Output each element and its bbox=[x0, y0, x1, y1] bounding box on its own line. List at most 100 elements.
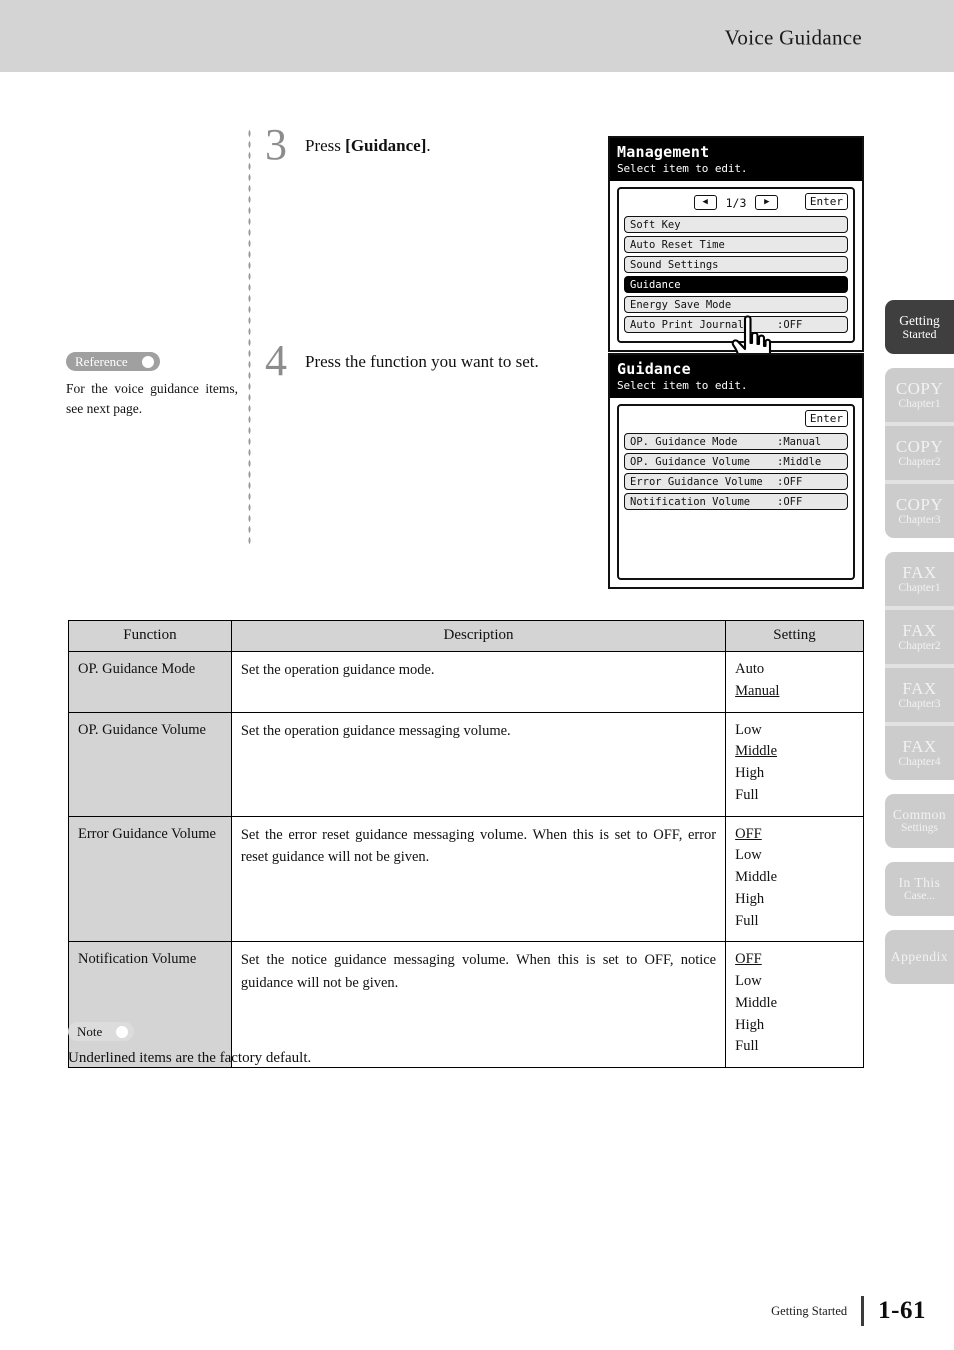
step-4-number: 4 bbox=[265, 336, 287, 385]
lcd-management-body: ◀ 1/3 ▶ Enter Soft Key Auto Reset Time Sou… bbox=[610, 181, 862, 375]
tab-in-this-case[interactable]: In This Case... bbox=[885, 862, 954, 916]
tab-main-label: FAX bbox=[902, 737, 937, 757]
tab-group: FAX Chapter1 FAX Chapter2 FAX Chapter3 FAX Chap… bbox=[885, 552, 954, 780]
tab-sub-label: Chapter4 bbox=[898, 756, 941, 769]
lcd-guidance-header: Guidance Select item to edit. bbox=[610, 355, 862, 398]
enter-button[interactable]: Enter bbox=[804, 193, 848, 210]
setting-option: Middle bbox=[735, 994, 778, 1011]
cell-description: Set the operation guidance messaging vol… bbox=[230, 711, 727, 817]
setting-option: Full bbox=[735, 786, 759, 803]
lcd-row-label: Auto Reset Time bbox=[630, 238, 725, 251]
tab-getting-started[interactable]: Getting Started bbox=[885, 300, 954, 354]
page-title: Voice Guidance bbox=[724, 25, 862, 50]
lcd-row[interactable]: Sound Settings bbox=[624, 256, 848, 273]
table-header-row: Function Description Setting bbox=[68, 620, 864, 652]
tab-fax-chapter1[interactable]: FAX Chapter1 bbox=[885, 552, 954, 606]
tab-fax-chapter3[interactable]: FAX Chapter3 bbox=[885, 668, 954, 722]
reference-badge-label: Reference bbox=[75, 353, 128, 369]
setting-option: Low bbox=[735, 973, 762, 989]
table-header-setting: Setting bbox=[725, 620, 864, 652]
cell-setting: OFF Low Middle High Full bbox=[725, 941, 864, 1068]
cell-function: OP. Guidance Mode bbox=[68, 651, 232, 713]
cell-description: Set the operation guidance mode. bbox=[230, 651, 727, 713]
lcd-row-label: Notification Volume bbox=[630, 495, 751, 508]
tab-sub-label: Chapter3 bbox=[898, 514, 941, 527]
setting-option: Full bbox=[735, 1038, 759, 1055]
lcd-row-label: Soft Key bbox=[630, 218, 681, 231]
tab-group: In This Case... bbox=[885, 862, 954, 916]
lcd-row-value: :Middle bbox=[777, 455, 822, 468]
lcd-management-inner: ◀ 1/3 ▶ Enter Soft Key Auto Reset Time Sou… bbox=[617, 187, 855, 343]
tab-copy-chapter3[interactable]: COPY Chapter3 bbox=[885, 484, 954, 538]
prev-page-icon[interactable]: ◀ bbox=[693, 195, 717, 210]
next-page-icon[interactable]: ▶ bbox=[755, 195, 779, 210]
tab-group: Getting Started bbox=[885, 300, 954, 354]
tab-main-label: FAX bbox=[902, 563, 937, 583]
tab-sub-label: Chapter1 bbox=[898, 582, 941, 595]
lcd-guidance-body: Enter OP. Guidance Mode:Manual OP. Guidan… bbox=[610, 398, 862, 587]
lcd-row[interactable]: Auto Print Journal:OFF bbox=[624, 316, 848, 333]
note-badge-label: Note bbox=[77, 1023, 103, 1039]
tab-copy-chapter2[interactable]: COPY Chapter2 bbox=[885, 426, 954, 480]
tab-copy-chapter1[interactable]: COPY Chapter1 bbox=[885, 368, 954, 422]
step-4: 4 Press the function you want to set. bbox=[265, 336, 555, 385]
table-header-function: Function bbox=[68, 620, 232, 652]
lcd-screen-guidance: Guidance Select item to edit. Enter OP. … bbox=[608, 353, 864, 589]
tab-main-label: COPY bbox=[895, 495, 944, 515]
setting-option: Low bbox=[735, 721, 762, 738]
lcd-row-label: Energy Save Mode bbox=[630, 298, 732, 311]
enter-button-guidance[interactable]: Enter bbox=[804, 410, 848, 427]
lcd-row[interactable]: Energy Save Mode bbox=[624, 296, 848, 313]
tab-fax-chapter4[interactable]: FAX Chapter4 bbox=[885, 726, 954, 780]
note-body: Underlined items are the factory default… bbox=[68, 1050, 312, 1066]
lcd-spacer bbox=[624, 553, 848, 570]
reference-body: For the voice guidance items, see next p… bbox=[66, 381, 238, 416]
lcd-row[interactable]: Auto Reset Time bbox=[624, 236, 848, 253]
tab-sub-label: Chapter3 bbox=[898, 698, 941, 711]
tab-main-label: COPY bbox=[895, 437, 944, 457]
lcd-row-label: OP. Guidance Mode bbox=[630, 435, 738, 448]
footer-page-number: 1-61 bbox=[878, 1297, 926, 1324]
setting-option: Middle bbox=[735, 869, 778, 885]
cell-setting: Low Middle High Full bbox=[725, 711, 864, 817]
tab-group: Appendix bbox=[885, 930, 954, 984]
step-4-text: Press the function you want to set. bbox=[305, 352, 539, 371]
lcd-row-value: :Manual bbox=[777, 435, 822, 448]
tab-main-label: FAX bbox=[902, 621, 937, 641]
lcd-row[interactable]: OP. Guidance Mode :Manual bbox=[624, 433, 848, 450]
tab-main-label: Common bbox=[892, 807, 947, 822]
step-3-number: 3 bbox=[265, 120, 287, 169]
dotted-divider bbox=[248, 128, 251, 548]
reference-badge-dot-icon bbox=[141, 355, 154, 368]
lcd-row-label: Sound Settings bbox=[630, 258, 719, 271]
lcd-row-label: Guidance bbox=[630, 278, 681, 291]
lcd-row-value: :OFF bbox=[777, 495, 803, 508]
lcd-guidance-inner: Enter OP. Guidance Mode:Manual OP. Guidan… bbox=[617, 404, 855, 580]
lcd-row[interactable]: Soft Key bbox=[624, 216, 848, 233]
tab-main-label: COPY bbox=[895, 379, 944, 399]
table-header-description: Description bbox=[230, 620, 727, 652]
lcd-spacer bbox=[624, 533, 848, 550]
lcd-guidance-topbar: Enter bbox=[624, 410, 848, 429]
setting-option: High bbox=[735, 890, 765, 907]
tab-sub-label: Settings bbox=[900, 822, 939, 835]
lcd-row[interactable]: OP. Guidance Volume :Middle bbox=[624, 453, 848, 470]
lcd-row-label: OP. Guidance Volume bbox=[630, 455, 751, 468]
footer-divider bbox=[861, 1296, 865, 1326]
lcd-row-value: :OFF bbox=[777, 318, 803, 331]
lcd-row-label: Error Guidance Volume bbox=[630, 475, 763, 488]
lcd-row[interactable]: Notification Volume :OFF bbox=[624, 493, 848, 510]
lcd-guidance-subtitle: Select item to edit. bbox=[617, 379, 748, 392]
step-3: 3 Press [Guidance]. bbox=[265, 120, 565, 169]
lcd-row[interactable]: Error Guidance Volume :OFF bbox=[624, 473, 848, 490]
tab-fax-chapter2[interactable]: FAX Chapter2 bbox=[885, 610, 954, 664]
tab-appendix[interactable]: Appendix bbox=[885, 930, 954, 984]
lcd-row-value: :OFF bbox=[777, 475, 803, 488]
page-footer: Getting Started 1-61 bbox=[771, 1296, 926, 1326]
lcd-screen-management: Management Select item to edit. ◀ 1/3 ▶ … bbox=[608, 136, 864, 375]
tab-sub-label: Chapter1 bbox=[898, 398, 941, 411]
lcd-guidance-rows: OP. Guidance Mode :Manual OP. Guidance Vol… bbox=[624, 433, 848, 510]
tab-common-settings[interactable]: Common Settings bbox=[885, 794, 954, 848]
setting-option-default: OFF bbox=[735, 825, 762, 842]
lcd-row[interactable]: Guidance bbox=[624, 276, 848, 293]
